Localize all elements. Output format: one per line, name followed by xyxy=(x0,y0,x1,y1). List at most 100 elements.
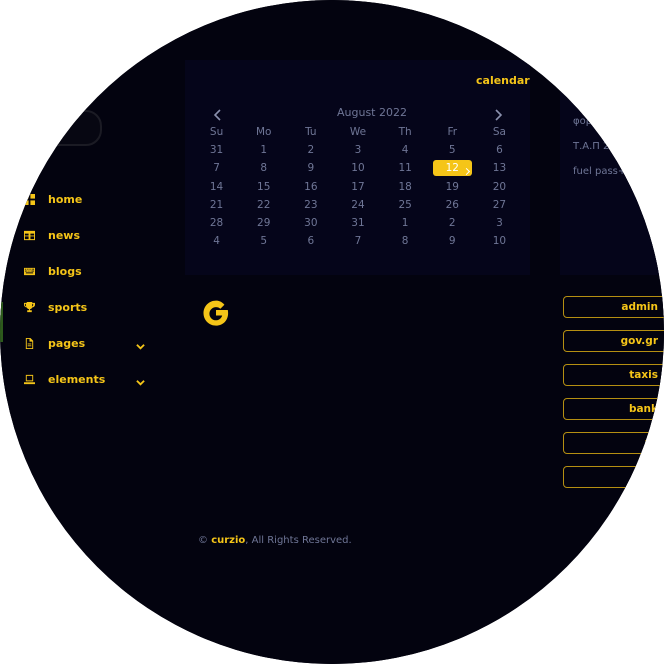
quick-link-admin[interactable]: admin xyxy=(563,296,664,318)
calendar-day[interactable]: 30 xyxy=(287,215,334,231)
quick-link-label: gov.gr xyxy=(620,335,658,347)
sidebar-item-news[interactable]: news xyxy=(22,225,152,245)
quick-link-label: taxis xyxy=(629,369,658,381)
calendar-weekday: Th xyxy=(398,126,412,139)
calendar-day[interactable]: 14 xyxy=(193,179,240,195)
sidebar-item-label: home xyxy=(48,192,83,206)
laptop-icon xyxy=(22,372,36,386)
calendar-day[interactable]: 22 xyxy=(240,197,287,213)
calendar-day[interactable]: 9 xyxy=(287,160,334,176)
calendar-next-button[interactable] xyxy=(493,106,507,121)
calendar-day[interactable]: 5 xyxy=(429,142,476,158)
calendar-day[interactable]: 23 xyxy=(287,197,334,213)
calendar-day[interactable]: 2 xyxy=(287,142,334,158)
calendar-weekday: Fr xyxy=(447,126,458,139)
calendar-day[interactable]: 3 xyxy=(476,215,523,231)
resize-corner-icon xyxy=(462,168,470,176)
sidebar-toggle[interactable] xyxy=(10,110,102,146)
keyboard-icon xyxy=(22,264,36,278)
quick-link-label: admin xyxy=(621,301,658,313)
google-icon[interactable] xyxy=(198,295,234,331)
calendar-weekday: Mo xyxy=(255,126,272,139)
calendar-day[interactable]: 15 xyxy=(240,179,287,195)
calendar-day[interactable]: 7 xyxy=(193,160,240,176)
calendar-day[interactable]: 4 xyxy=(382,142,429,158)
calendar-day[interactable]: 31 xyxy=(193,142,240,158)
sidebar-item-label: news xyxy=(48,228,81,242)
calendar-day[interactable]: 10 xyxy=(476,233,523,249)
calendar-day[interactable]: 8 xyxy=(240,160,287,176)
trophy-icon xyxy=(22,300,36,314)
quick-link-label: bank xyxy=(628,403,658,415)
calendar-prev-button[interactable] xyxy=(213,106,227,121)
calendar-day[interactable]: 6 xyxy=(287,233,334,249)
calendar-day[interactable]: 27 xyxy=(476,197,523,213)
calendar-day[interactable]: 31 xyxy=(334,215,381,231)
calendar-weekday: Sa xyxy=(492,126,506,139)
calendar-day[interactable]: 3 xyxy=(334,142,381,158)
table-icon xyxy=(22,228,36,242)
calendar-day[interactable]: 4 xyxy=(193,233,240,249)
chevron-down-icon[interactable] xyxy=(136,336,146,350)
sidebar-item-label: pages xyxy=(48,336,86,350)
calendar-day[interactable]: 2 xyxy=(429,215,476,231)
footer-brand-link[interactable]: curzio xyxy=(211,535,245,546)
calendar-weekday: Tu xyxy=(305,126,317,139)
calendar-weekday: We xyxy=(349,126,367,139)
calendar-weekday: Su xyxy=(209,126,224,139)
footer-suffix: , All Rights Reserved. xyxy=(245,535,352,546)
calendar-day[interactable]: 1 xyxy=(382,215,429,231)
calendar-day-label: 12 xyxy=(445,162,459,175)
calendar-day[interactable]: 7 xyxy=(334,233,381,249)
document-icon xyxy=(22,336,36,350)
calendar-weekday-row: Su Mo Tu We Th Fr Sa xyxy=(193,123,523,141)
calendar-day[interactable]: 18 xyxy=(382,179,429,195)
calendar-week-row: 28 29 30 31 1 2 3 xyxy=(193,214,523,232)
calendar-day[interactable]: 10 xyxy=(334,160,381,176)
calendar-day-selected[interactable]: 12 xyxy=(432,160,472,177)
sidebar-item-blogs[interactable]: blogs xyxy=(22,261,152,281)
calendar-day[interactable]: 13 xyxy=(476,160,523,176)
sidebar-item-label: blogs xyxy=(48,264,82,278)
calendar-day[interactable]: 28 xyxy=(193,215,240,231)
calendar-title: calendar xyxy=(476,74,530,87)
quick-link-gov[interactable]: gov.gr xyxy=(563,330,664,352)
calendar-day[interactable]: 17 xyxy=(334,179,381,195)
calendar-week-row: 21 22 23 24 25 26 27 xyxy=(193,196,523,214)
quick-link-bank[interactable]: bank xyxy=(563,398,664,420)
footer-prefix: © xyxy=(198,535,212,546)
footer-copyright: © curzio, All Rights Reserved. xyxy=(198,535,352,546)
calendar-day[interactable]: 25 xyxy=(382,197,429,213)
calendar-day[interactable]: 20 xyxy=(476,179,523,195)
calendar-day[interactable]: 6 xyxy=(476,142,523,158)
sidebar-edge-accent xyxy=(0,302,3,342)
sidebar-item-sports[interactable]: sports xyxy=(22,297,152,317)
quick-link-wi[interactable]: wi xyxy=(563,432,664,454)
quick-link-taxis[interactable]: taxis xyxy=(563,364,664,386)
info-line: Τ.Α.Π 2 xyxy=(573,141,610,152)
info-line: fuel pass+p xyxy=(573,166,633,177)
calendar-day[interactable]: 29 xyxy=(240,215,287,231)
sidebar-item-elements[interactable]: elements xyxy=(22,369,152,389)
calendar-day[interactable]: 19 xyxy=(429,179,476,195)
calendar-day[interactable]: 8 xyxy=(382,233,429,249)
calendar-week-row: 4 5 6 7 8 9 10 xyxy=(193,232,523,250)
calendar-day[interactable]: 24 xyxy=(334,197,381,213)
calendar-day[interactable]: 16 xyxy=(287,179,334,195)
chevron-right-icon xyxy=(495,109,503,121)
calendar-day[interactable]: 5 xyxy=(240,233,287,249)
calendar-day[interactable]: 1 xyxy=(240,142,287,158)
sidebar-item-home[interactable]: home xyxy=(22,189,152,209)
chevron-down-icon[interactable] xyxy=(136,372,146,386)
quick-link-empty[interactable] xyxy=(563,466,664,488)
calendar-day[interactable]: 9 xyxy=(429,233,476,249)
calendar-day[interactable]: 26 xyxy=(429,197,476,213)
sidebar-item-pages[interactable]: pages xyxy=(22,333,152,353)
grid-icon xyxy=(22,192,36,206)
chevron-left-icon xyxy=(213,109,221,121)
app-root: home news blogs sports pages elements ca… xyxy=(0,0,664,664)
calendar-week-row: 14 15 16 17 18 19 20 xyxy=(193,178,523,196)
calendar-day[interactable]: 11 xyxy=(382,160,429,176)
calendar-day[interactable]: 21 xyxy=(193,197,240,213)
calendar-week-row: 31 1 2 3 4 5 6 xyxy=(193,141,523,159)
